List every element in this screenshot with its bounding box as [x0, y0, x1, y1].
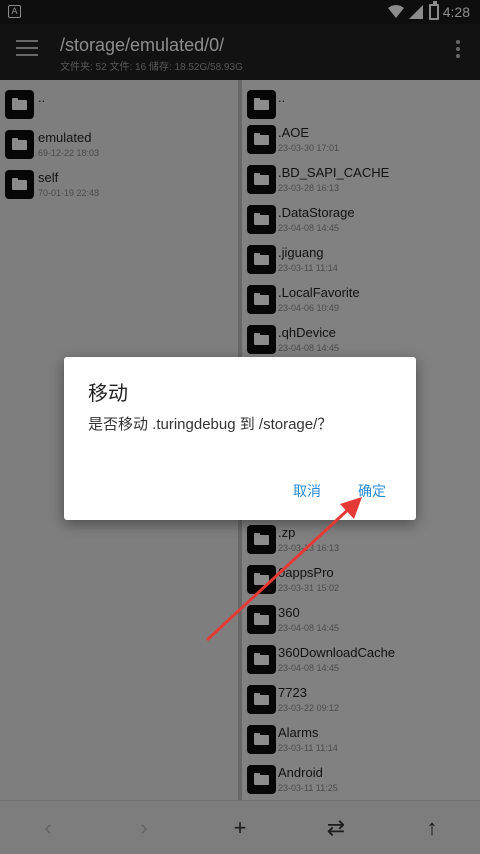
- confirm-button[interactable]: 确定: [358, 481, 386, 501]
- move-confirm-dialog: 移动 是否移动 .turingdebug 到 /storage/？ 取消 确定: [64, 357, 416, 520]
- dialog-message: 是否移动 .turingdebug 到 /storage/？: [88, 416, 333, 433]
- dialog-title: 移动: [88, 383, 128, 405]
- cancel-button[interactable]: 取消: [293, 481, 321, 501]
